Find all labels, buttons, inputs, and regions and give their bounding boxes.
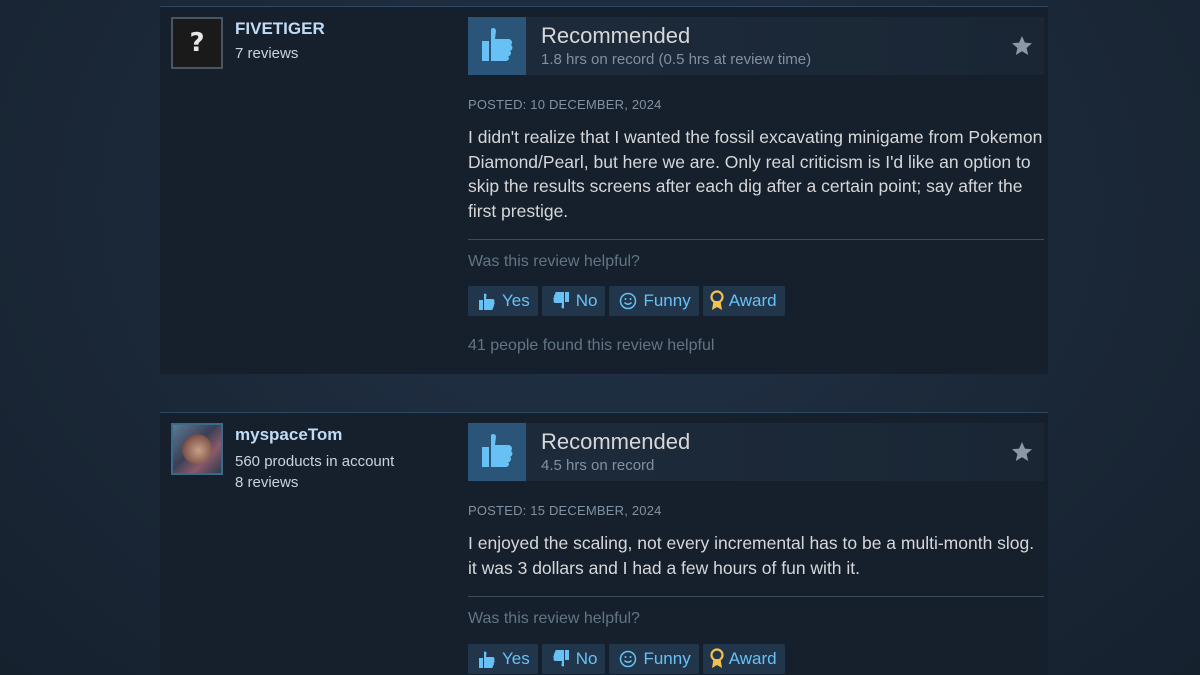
thumbs-up-icon (476, 290, 498, 312)
star-icon[interactable] (1010, 440, 1034, 464)
yes-button[interactable]: Yes (468, 286, 538, 316)
divider (468, 596, 1044, 597)
review-card: ? FIVETIGER 7 reviews Recommended 1.8 hr… (160, 6, 1048, 374)
award-label: Award (728, 291, 777, 310)
divider (468, 239, 1044, 240)
thumbs-down-icon (550, 290, 572, 312)
author-name[interactable]: myspaceTom (235, 425, 342, 445)
posted-date: POSTED: 15 DECEMBER, 2024 (468, 503, 662, 518)
helpful-question: Was this review helpful? (468, 253, 640, 270)
review-card: myspaceTom 560 products in account 8 rev… (160, 412, 1048, 675)
reviews-page: ? FIVETIGER 7 reviews Recommended 1.8 hr… (0, 0, 1200, 675)
author-review-count[interactable]: 7 reviews (235, 45, 298, 62)
yes-button[interactable]: Yes (468, 644, 538, 674)
smiley-icon (617, 648, 639, 670)
user-photo-avatar (182, 434, 212, 464)
yes-label: Yes (502, 291, 530, 310)
avatar[interactable]: ? (171, 17, 223, 69)
funny-label: Funny (643, 291, 691, 310)
no-label: No (575, 649, 598, 668)
smiley-icon (617, 290, 639, 312)
avatar[interactable] (171, 423, 223, 475)
rating-buttons: Yes No Funny Award (468, 286, 785, 316)
posted-date: POSTED: 10 DECEMBER, 2024 (468, 97, 662, 112)
author-products-count[interactable]: 560 products in account (235, 453, 394, 470)
author-review-count[interactable]: 8 reviews (235, 474, 298, 491)
thumbs-up-icon (468, 423, 526, 481)
review-text: I didn't realize that I wanted the fossi… (468, 127, 1043, 221)
rating-buttons: Yes No Funny Award (468, 644, 785, 674)
question-mark-icon: ? (189, 28, 205, 58)
vote-header: Recommended 4.5 hrs on record (468, 423, 1044, 481)
award-button[interactable]: Award (702, 644, 785, 674)
yes-label: Yes (502, 649, 530, 668)
no-label: No (575, 291, 598, 310)
no-button[interactable]: No (541, 286, 606, 316)
helpful-count: 41 people found this review helpful (468, 337, 715, 354)
award-button[interactable]: Award (702, 286, 785, 316)
recommendation-label[interactable]: Recommended (541, 429, 690, 455)
award-label: Award (728, 649, 777, 668)
vote-header: Recommended 1.8 hrs on record (0.5 hrs a… (468, 17, 1044, 75)
award-ribbon-icon (709, 648, 725, 670)
author-name[interactable]: FIVETIGER (235, 19, 325, 39)
star-icon[interactable] (1010, 34, 1034, 58)
funny-label: Funny (643, 649, 691, 668)
funny-button[interactable]: Funny (609, 644, 699, 674)
recommendation-label[interactable]: Recommended (541, 23, 690, 49)
no-button[interactable]: No (541, 644, 606, 674)
funny-button[interactable]: Funny (609, 286, 699, 316)
thumbs-up-icon (476, 648, 498, 670)
hours-on-record: 4.5 hrs on record (541, 457, 655, 474)
helpful-question: Was this review helpful? (468, 610, 640, 627)
award-ribbon-icon (709, 290, 725, 312)
review-text: I enjoyed the scaling, not every increme… (468, 533, 1035, 578)
thumbs-down-icon (550, 648, 572, 670)
hours-on-record: 1.8 hrs on record (0.5 hrs at review tim… (541, 51, 812, 68)
thumbs-up-icon (468, 17, 526, 75)
